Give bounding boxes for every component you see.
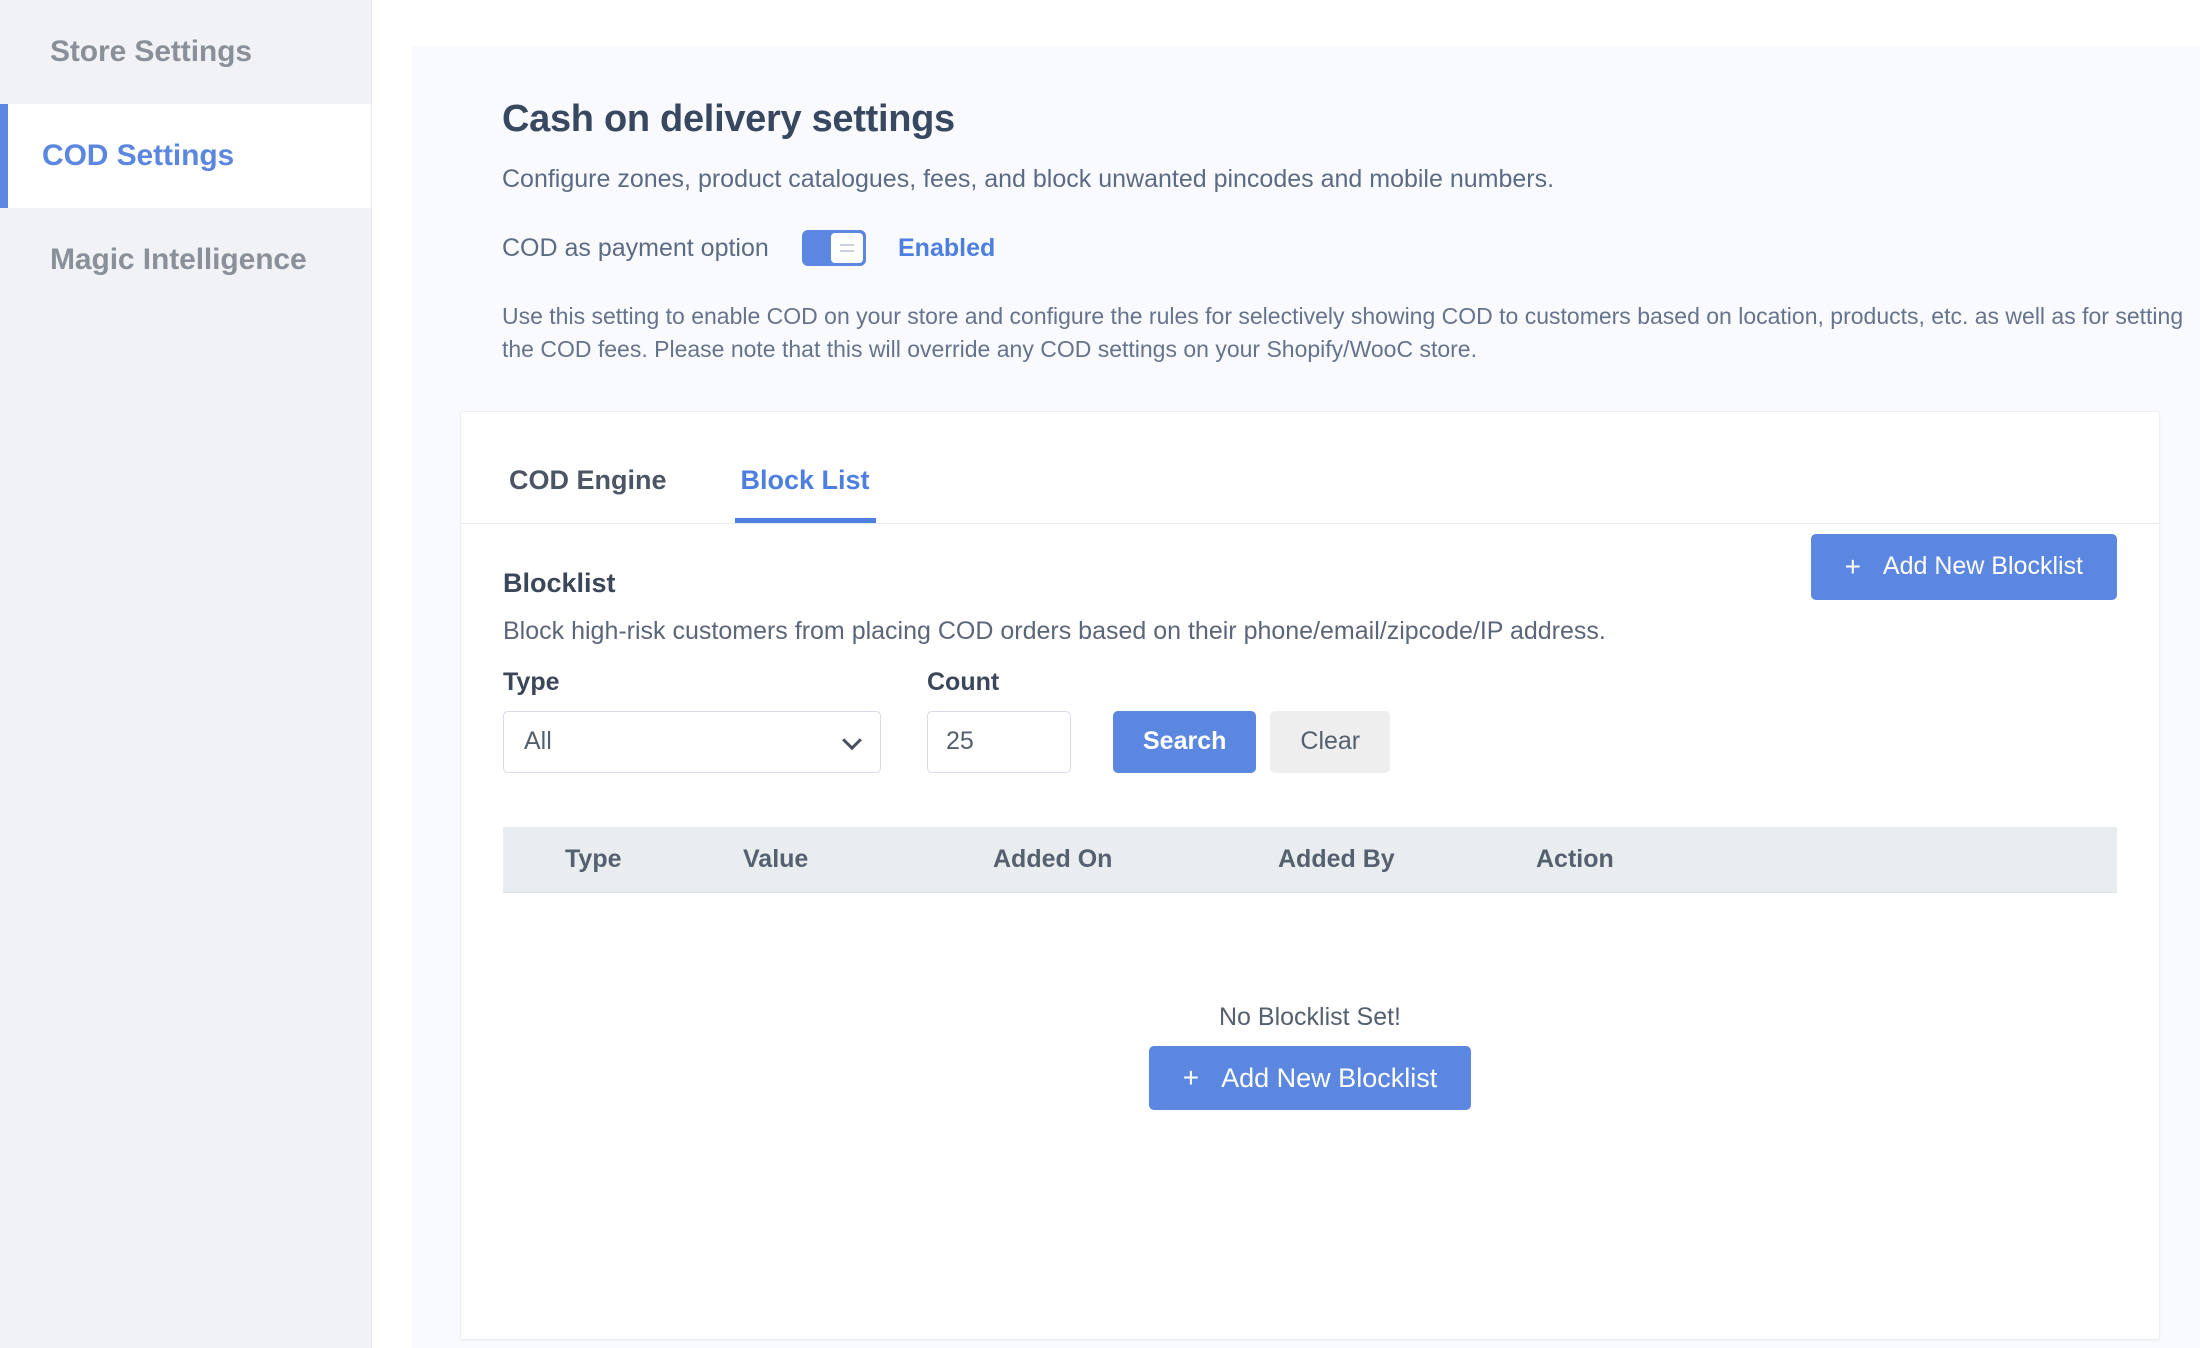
main-content: Cash on delivery settings Configure zone… [372, 0, 2200, 1348]
tab-bar: COD Engine Block List [461, 412, 2159, 524]
search-button[interactable]: Search [1113, 710, 1257, 773]
cod-payment-toggle-label: COD as payment option [502, 233, 769, 262]
count-input[interactable] [927, 710, 1071, 773]
add-new-blocklist-button-empty[interactable]: + Add New Blocklist [1148, 1046, 1472, 1111]
tab-block-list[interactable]: Block List [734, 464, 876, 523]
tab-label: Block List [740, 464, 870, 495]
page-subtitle: Configure zones, product catalogues, fee… [502, 165, 1555, 193]
cod-help-text: Use this setting to enable COD on your s… [502, 303, 2184, 363]
type-select-wrap: All [503, 710, 881, 773]
cod-payment-toggle-row: COD as payment option Enabled [502, 230, 2200, 266]
blocklist-description: Block high-risk customers from placing C… [503, 616, 1606, 645]
plus-icon: + [1182, 1062, 1200, 1094]
column-header-added-on: Added On [993, 844, 1113, 873]
column-header-added-by: Added By [1278, 844, 1395, 873]
empty-state-message: No Blocklist Set! [1218, 1003, 1401, 1032]
sidebar-item-label: Magic Intelligence [50, 243, 307, 276]
count-filter-label: Count [927, 667, 1000, 696]
column-header-value: Value [743, 844, 809, 873]
blocklist-filters: Type All Count 25 Search Clear [503, 668, 2117, 773]
type-select-value: All [524, 727, 552, 756]
block-list-panel: + Add New Blocklist Blocklist Block high… [461, 524, 2159, 1339]
type-filter-field: Type All [503, 668, 881, 773]
blocklist-empty-state: No Blocklist Set! + Add New Blocklist [503, 893, 2117, 1229]
tab-label: COD Engine [509, 464, 667, 495]
add-new-blocklist-button-top[interactable]: + Add New Blocklist [1810, 533, 2117, 600]
type-select[interactable]: All [503, 710, 881, 773]
sidebar-item-label: COD Settings [42, 139, 235, 172]
sidebar: Store Settings COD Settings Magic Intell… [0, 0, 372, 1348]
cod-settings-card: COD Engine Block List + Add New Blocklis… [460, 410, 2160, 1340]
card-bottom-spacer [503, 1229, 2117, 1339]
toggle-grip-line [840, 250, 854, 252]
clear-button-label: Clear [1300, 727, 1361, 756]
page-title: Cash on delivery settings [502, 98, 955, 140]
type-filter-label: Type [503, 667, 560, 696]
cod-payment-toggle-state: Enabled [898, 233, 996, 262]
count-filter-field: Count [927, 668, 1071, 773]
toggle-knob-icon [831, 233, 863, 263]
page-inner: Cash on delivery settings Configure zone… [412, 46, 2200, 1348]
column-header-action: Action [1536, 844, 1614, 873]
add-new-blocklist-label: Add New Blocklist [1882, 552, 2083, 581]
tab-cod-engine[interactable]: COD Engine [503, 465, 673, 523]
sidebar-item-label: Store Settings [50, 35, 252, 68]
column-header-type: Type [565, 844, 622, 873]
sidebar-item-store-settings[interactable]: Store Settings [0, 0, 371, 104]
sidebar-item-cod-settings[interactable]: COD Settings [0, 104, 371, 208]
table-header-row: Type Value Added On Added By Action [503, 826, 2117, 893]
plus-icon: + [1844, 550, 1861, 582]
cod-payment-toggle-switch[interactable] [802, 230, 866, 266]
sidebar-filler [0, 312, 371, 1348]
search-button-label: Search [1143, 727, 1227, 756]
toggle-grip-line [840, 244, 854, 246]
sidebar-item-magic-intelligence[interactable]: Magic Intelligence [0, 208, 371, 312]
add-new-blocklist-label: Add New Blocklist [1221, 1062, 1438, 1093]
page-background: Cash on delivery settings Configure zone… [412, 46, 2200, 1348]
blocklist-table: Type Value Added On Added By Action No B… [503, 826, 2117, 1229]
clear-button[interactable]: Clear [1270, 710, 1391, 773]
